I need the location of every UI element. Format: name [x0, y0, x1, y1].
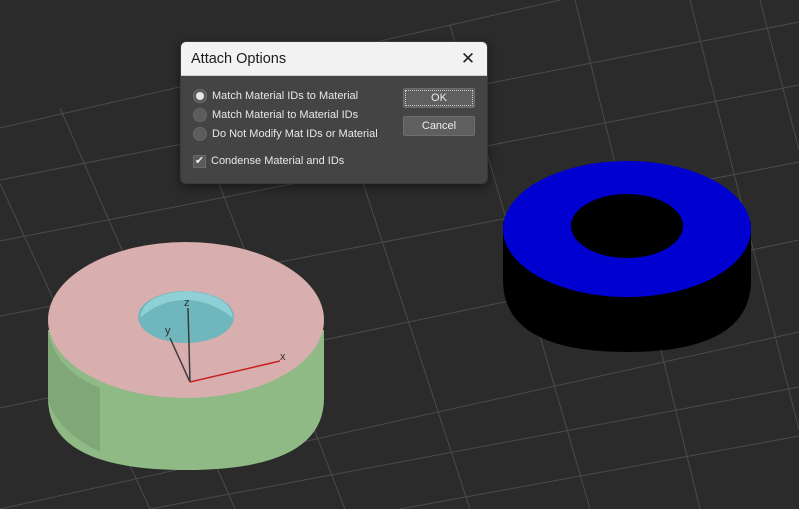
radio-button[interactable]	[193, 127, 207, 141]
attach-options-dialog: Attach Options ✕ Match Material IDs to M…	[180, 41, 488, 184]
condense-label: Condense Material and IDs	[211, 155, 345, 167]
condense-checkbox[interactable]: ✔	[193, 154, 206, 168]
gizmo-z-label: z	[184, 297, 190, 309]
option-label: Match Material to Material IDs	[212, 109, 359, 121]
tube-right[interactable]	[503, 161, 751, 352]
cancel-button[interactable]: Cancel	[403, 116, 475, 136]
condense-checkbox-row[interactable]: ✔ Condense Material and IDs	[193, 153, 344, 169]
option-label: Match Material IDs to Material	[212, 90, 359, 102]
radio-button[interactable]	[193, 108, 207, 122]
gizmo-x-label: x	[280, 351, 286, 363]
radio-button[interactable]	[193, 89, 207, 103]
option-label: Do Not Modify Mat IDs or Material	[212, 128, 378, 140]
tube-right-hole	[571, 194, 683, 258]
dialog-titlebar[interactable]: Attach Options ✕	[181, 42, 487, 76]
ok-button[interactable]: OK	[403, 88, 475, 108]
option-match-ids-to-material[interactable]: Match Material IDs to Material	[193, 87, 358, 105]
option-match-material-to-ids[interactable]: Match Material to Material IDs	[193, 106, 358, 124]
gizmo-y-label: y	[165, 325, 171, 337]
option-do-not-modify[interactable]: Do Not Modify Mat IDs or Material	[193, 125, 378, 143]
close-icon[interactable]: ✕	[457, 48, 479, 70]
dialog-title: Attach Options	[191, 51, 287, 67]
